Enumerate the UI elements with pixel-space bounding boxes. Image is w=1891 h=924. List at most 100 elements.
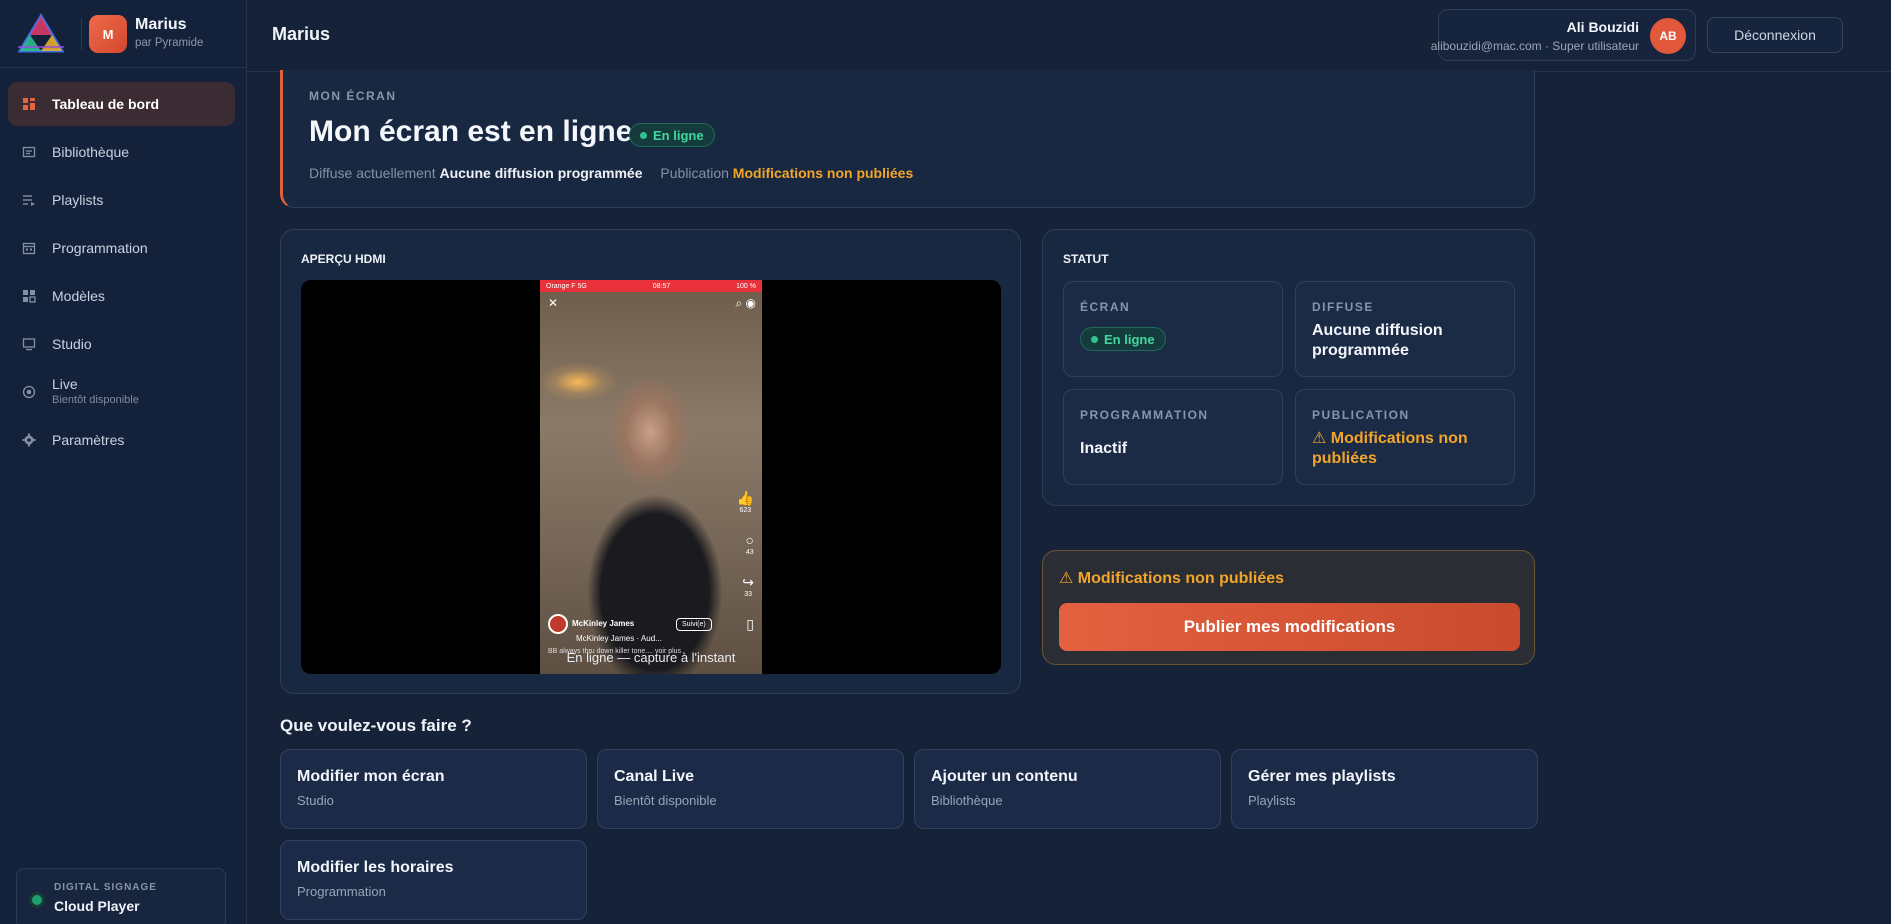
gear-icon — [22, 433, 36, 447]
sidebar-item-label: Tableau de bord — [52, 96, 160, 112]
publication-value: Modifications non publiées — [732, 165, 914, 181]
action-title: Ajouter un contenu — [931, 768, 1078, 785]
preview-capture-image: Orange F 5G 08:57 100 % ✕ ⌕ ◉ 👍 623 ○ 43 ↪… — [540, 280, 762, 674]
sidebar-item-library[interactable]: Bibliothèque — [8, 130, 235, 174]
phone-user-sub: McKinley James · Aud... — [576, 634, 662, 643]
action-title: Modifier les horaires — [297, 859, 454, 876]
online-dot-icon — [640, 131, 647, 139]
online-dot-icon — [1091, 335, 1098, 343]
sidebar-item-label: Programmation — [52, 240, 148, 256]
hdmi-preview-screen[interactable]: Orange F 5G 08:57 100 % ✕ ⌕ ◉ 👍 623 ○ 43 ↪… — [301, 280, 1001, 674]
hero-meta: Diffuse actuellement Aucune diffusion pr… — [309, 165, 913, 181]
sidebar-item-templates[interactable]: Modèles — [8, 274, 235, 318]
action-edit-schedule[interactable]: Modifier les horaires Programmation — [280, 840, 587, 920]
status-tile-schedule: PROGRAMMATION Inactif — [1063, 389, 1283, 485]
sidebar: M Marius par Pyramide Tableau de bord Bi… — [0, 0, 247, 924]
publish-warning-title: ⚠ Modifications non publiées — [1059, 570, 1285, 587]
status-badge-label: En ligne — [1104, 331, 1155, 347]
tile-value: Aucune diffusion programmée — [1312, 322, 1443, 359]
phone-top-icons: ⌕ ◉ — [735, 296, 756, 311]
sidebar-item-label: Playlists — [52, 192, 104, 208]
user-meta: alibouzidi@mac.com · Super utilisateur — [1430, 39, 1639, 53]
hero-kicker: MON ÉCRAN — [309, 89, 397, 103]
sidebar-item-playlists[interactable]: Playlists — [8, 178, 235, 222]
now-playing-label: Diffuse actuellement — [309, 165, 436, 181]
sidebar-item-label: Studio — [52, 336, 92, 352]
action-sub: Programmation — [297, 884, 386, 899]
sidebar-item-settings[interactable]: Paramètres — [8, 418, 235, 462]
calendar-icon — [22, 242, 36, 255]
tile-label: PROGRAMMATION — [1080, 408, 1209, 422]
dashboard-icon — [23, 98, 35, 110]
hero-title: Mon écran est en ligne — [309, 115, 633, 148]
share-count: 33 — [744, 591, 753, 598]
phone-user: McKinley James McKinley James · Aud... — [548, 614, 662, 643]
publish-card: ⚠ Modifications non publiées Publier mes… — [1042, 550, 1535, 665]
sidebar-item-schedule[interactable]: Programmation — [8, 226, 235, 270]
phone-follow-button: Suivi(e) — [676, 618, 712, 631]
sidebar-item-label: Bibliothèque — [52, 144, 130, 160]
logout-button[interactable]: Déconnexion — [1707, 17, 1843, 53]
comment-icon: ○ — [745, 532, 754, 548]
sidebar-item-studio[interactable]: Studio — [8, 322, 235, 366]
search-icon: ⌕ — [735, 296, 743, 310]
publish-button[interactable]: Publier mes modifications — [1059, 603, 1520, 651]
status-badge: En ligne — [629, 123, 715, 147]
library-icon — [22, 146, 36, 158]
action-edit-screen[interactable]: Modifier mon écran Studio — [280, 749, 587, 829]
phone-user-name: McKinley James — [572, 619, 635, 629]
brand: M Marius par Pyramide — [0, 0, 247, 68]
share-counter: ↪ 33 — [742, 574, 754, 600]
player-online-dot — [32, 895, 42, 905]
sidebar-item-dashboard[interactable]: Tableau de bord — [8, 82, 235, 126]
sidebar-item-sublabel: Bientôt disponible — [52, 394, 139, 406]
tile-value: Inactif — [1080, 440, 1128, 457]
tile-label: ÉCRAN — [1080, 300, 1131, 314]
tile-label: PUBLICATION — [1312, 408, 1410, 422]
templates-icon — [23, 290, 36, 303]
action-sub: Studio — [297, 793, 334, 808]
publication-label: Publication — [660, 165, 729, 181]
sidebar-nav: Tableau de bord Bibliothèque Playlists P… — [8, 82, 235, 466]
avatar[interactable]: AB — [1650, 18, 1686, 54]
action-sub: Bibliothèque — [931, 793, 1003, 808]
preview-title: APERÇU HDMI — [301, 252, 386, 266]
page-title: Marius — [272, 24, 331, 44]
player-status-box[interactable]: DIGITAL SIGNAGE Cloud Player — [16, 868, 226, 924]
action-manage-playlists[interactable]: Gérer mes playlists Playlists — [1231, 749, 1538, 829]
user-name: Ali Bouzidi — [1566, 19, 1639, 35]
action-add-content[interactable]: Ajouter un contenu Bibliothèque — [914, 749, 1221, 829]
action-title: Modifier mon écran — [297, 768, 445, 785]
like-counter: 👍 623 — [737, 490, 754, 516]
sidebar-item-label: Paramètres — [52, 432, 125, 448]
workspace-avatar[interactable]: M — [89, 15, 127, 53]
user-menu[interactable]: Ali Bouzidi alibouzidi@mac.com · Super u… — [1431, 9, 1696, 61]
status-badge-label: En ligne — [653, 127, 704, 143]
profile-icon: ◉ — [745, 296, 756, 310]
workspace-sub: par Pyramide — [135, 37, 204, 49]
now-playing-value: Aucune diffusion programmée — [439, 165, 643, 181]
pyramid-logo-icon[interactable] — [14, 13, 68, 55]
action-sub: Bientôt disponible — [614, 793, 717, 808]
phone-time: 08:57 — [652, 282, 671, 290]
tile-value: ⚠ Modifications non publiées — [1312, 430, 1468, 467]
tile-label: DIFFUSE — [1312, 300, 1374, 314]
status-card: STATUT ÉCRAN En ligne DIFFUSE Aucune dif… — [1042, 229, 1535, 506]
status-tile-publication: PUBLICATION ⚠ Modifications non publiées — [1295, 389, 1515, 485]
comment-counter: ○ 43 — [746, 532, 754, 558]
sidebar-item-label: Live — [52, 376, 78, 392]
phone-carrier: Orange F 5G — [546, 282, 587, 290]
status-title: STATUT — [1063, 252, 1109, 266]
sidebar-item-live[interactable]: Live Bientôt disponible — [8, 370, 235, 414]
monitor-icon — [22, 338, 36, 351]
phone-user-avatar — [548, 614, 568, 634]
status-tile-broadcast: DIFFUSE Aucune diffusion programmée — [1295, 281, 1515, 377]
action-live-channel[interactable]: Canal Live Bientôt disponible — [597, 749, 904, 829]
share-icon: ↪ — [742, 574, 754, 590]
sidebar-item-label: Modèles — [52, 288, 105, 304]
brand-divider — [81, 18, 82, 50]
thumbs-up-icon: 👍 — [736, 490, 754, 506]
playlist-icon — [23, 195, 35, 206]
action-sub: Playlists — [1248, 793, 1296, 808]
screen-status-hero: MON ÉCRAN Mon écran est en ligne En lign… — [280, 70, 1535, 208]
